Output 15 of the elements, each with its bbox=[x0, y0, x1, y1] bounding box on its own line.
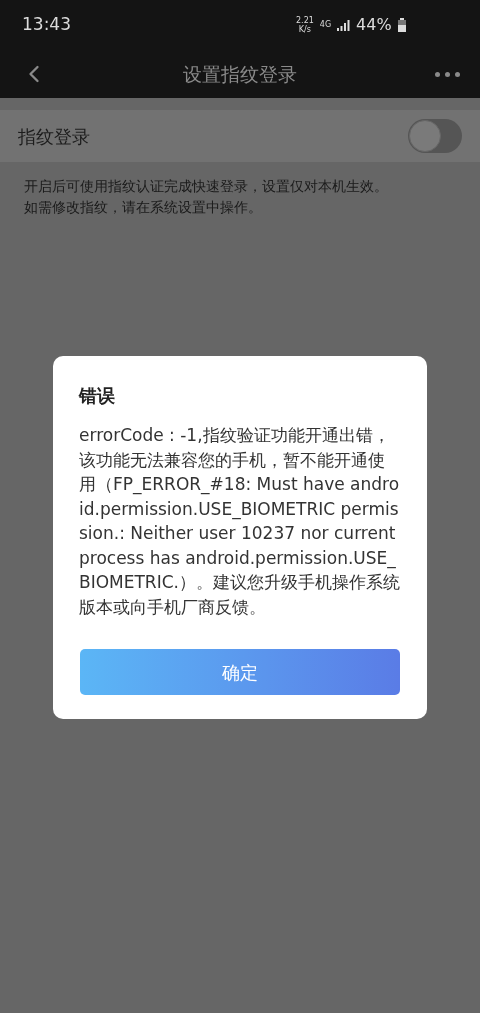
battery-percent: 44% bbox=[356, 14, 392, 36]
description-text: 如需修改指纹，请在系统设置中操作。 bbox=[24, 198, 263, 217]
dialog-message: errorCode : -1,指纹验证功能开通出错，该功能无法兼容您的手机，暂不能开通使用（FP_ERROR_#18: Must have android.permission.USE_BIOMETRIC permission.: Neither user 10237 nor current process has android.permission.USE_BIOMETRIC.）。建议您升级手机操作系统版本或向手机厂商反馈。 bbox=[79, 424, 401, 619]
toggle-switch[interactable] bbox=[408, 119, 462, 153]
dialog-title: 错误 bbox=[79, 384, 116, 408]
network-speed-value: 2.21 bbox=[296, 16, 314, 25]
page-title: 设置指纹登录 bbox=[182, 61, 298, 87]
setting-label: 指纹登录 bbox=[18, 124, 90, 149]
network-speed-unit: K/s bbox=[298, 25, 311, 34]
network-type: 4G bbox=[319, 19, 332, 31]
status-time: 13:43 bbox=[22, 13, 71, 37]
description-text: 开启后可使用指纹认证完成快速登录，设置仅对本机生效。 bbox=[24, 177, 389, 196]
battery-icon bbox=[397, 18, 406, 32]
confirm-button[interactable]: 确定 bbox=[80, 649, 400, 695]
signal-icon bbox=[337, 19, 351, 31]
